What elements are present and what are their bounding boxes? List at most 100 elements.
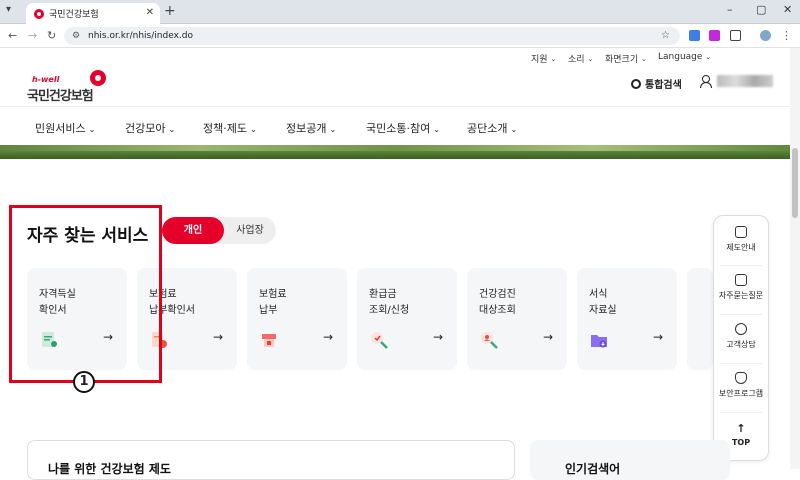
chevron-down-icon: ⌄	[510, 125, 518, 134]
divider	[720, 363, 762, 364]
site-info-icon[interactable]: ⚙	[72, 27, 80, 45]
user-account[interactable]	[700, 75, 773, 88]
highlight-box	[9, 205, 162, 383]
chevron-down-icon: ⌄	[249, 125, 257, 134]
shield-icon	[735, 372, 747, 384]
bookmark-star-icon[interactable]: ☆	[661, 27, 670, 45]
profile-avatar[interactable]	[760, 30, 771, 41]
menu-about[interactable]: 공단소개 ⌄	[467, 120, 517, 136]
close-tab-icon[interactable]: ✕	[146, 7, 154, 18]
url-text: nhis.or.kr/nhis/index.do	[88, 31, 193, 41]
divider	[720, 265, 762, 266]
popular-search-panel	[530, 440, 730, 480]
util-screen-size-label: 화면크기	[605, 55, 639, 65]
maximize-button[interactable]: ▢	[756, 3, 766, 16]
chevron-down-icon: ⌄	[168, 125, 176, 134]
chat-bubble-icon	[735, 323, 747, 335]
service-card-forms[interactable]: 서식 자료실 →	[577, 268, 677, 370]
tab-personal[interactable]: 개인	[162, 217, 224, 244]
scrollbar-thumb[interactable]	[792, 148, 798, 218]
forward-arrow-icon[interactable]: →	[28, 29, 37, 42]
info-doc-icon	[735, 226, 747, 238]
extension-icon[interactable]	[689, 30, 700, 41]
quick-menu: 제도안내 자주묻는질문 고객상담 보안프로그램 ↑ TOP	[713, 215, 769, 461]
tab-business[interactable]: 사업장	[226, 217, 274, 244]
menu-health-moa[interactable]: 건강모아 ⌄	[125, 120, 175, 136]
menu-label: 공단소개	[467, 122, 508, 135]
logo-hwell[interactable]: h-well	[32, 75, 59, 84]
minimize-button[interactable]: –	[727, 3, 733, 16]
browser-tab-bar: ▾ 국민건강보험 ✕ + – ▢ ✕	[0, 0, 800, 24]
folder-download-icon	[591, 335, 607, 348]
page-scrollbar[interactable]	[790, 48, 800, 469]
search-icon	[631, 78, 641, 89]
arrow-right-icon: →	[542, 330, 553, 344]
browser-menu-icon[interactable]: ⋮	[781, 29, 792, 42]
integrated-search-button[interactable]: 통합검색	[631, 76, 682, 91]
menu-civil-service[interactable]: 민원서비스 ⌄	[35, 120, 95, 136]
arrow-right-icon: →	[322, 330, 333, 344]
service-card-payment[interactable]: 보험료 납부 →	[247, 268, 347, 370]
util-sound[interactable]: 소리 ⌄	[568, 52, 593, 66]
chevron-down-icon: ⌄	[329, 125, 337, 134]
user-icon	[700, 75, 712, 88]
step-number-badge: 1	[73, 371, 95, 393]
extensions-puzzle-icon[interactable]	[730, 30, 741, 41]
util-language[interactable]: Language ⌄	[658, 52, 711, 62]
arrow-up-icon: ↑	[736, 422, 746, 435]
card-label: 건강검진 대상조회	[479, 289, 516, 316]
util-support[interactable]: 지원 ⌄	[531, 52, 556, 66]
search-label: 통합검색	[645, 80, 682, 91]
quick-label: 보안프로그램	[718, 389, 764, 398]
close-window-button[interactable]: ✕	[783, 3, 792, 16]
back-arrow-icon[interactable]: ←	[8, 29, 17, 42]
refund-search-icon	[371, 332, 388, 349]
tab-title: 국민건강보험	[49, 10, 99, 20]
service-type-toggle: 개인 사업장	[162, 217, 276, 244]
quick-faq[interactable]: 자주묻는질문	[714, 274, 768, 301]
service-card-partial[interactable]	[687, 268, 713, 370]
quick-system-guide[interactable]: 제도안내	[714, 226, 768, 253]
menu-policy[interactable]: 정책·제도 ⌄	[203, 120, 257, 136]
card-label: 서식 자료실	[589, 289, 617, 316]
quick-label: TOP	[731, 438, 751, 447]
menu-label: 민원서비스	[35, 122, 86, 135]
divider	[720, 314, 762, 315]
chevron-down-icon: ⌄	[88, 125, 96, 134]
card-label: 환급금 조회/신청	[369, 289, 410, 316]
service-card-checkup[interactable]: 건강검진 대상조회 →	[467, 268, 567, 370]
logo-text[interactable]: 국민건강보험	[27, 85, 94, 104]
service-card-refund[interactable]: 환급금 조회/신청 →	[357, 268, 457, 370]
menu-label: 정책·제도	[203, 122, 247, 135]
checkup-search-icon	[481, 332, 498, 349]
browser-tab[interactable]: 국민건강보험 ✕	[26, 3, 160, 24]
address-bar-row: ← → ↻ ⚙ nhis.or.kr/nhis/index.do ☆	[0, 24, 800, 48]
tab-list-icon[interactable]: ▾	[6, 4, 11, 15]
folder-search-icon	[735, 274, 747, 286]
divider	[720, 412, 762, 413]
extension-download-icon[interactable]	[709, 30, 720, 41]
util-support-label: 지원	[531, 55, 548, 65]
logo-heart-icon[interactable]	[90, 70, 106, 86]
reload-icon[interactable]: ↻	[47, 29, 56, 42]
util-language-label: Language	[658, 52, 703, 62]
payment-icon	[262, 334, 276, 347]
menu-label: 국민소통·참여	[366, 122, 431, 135]
util-sound-label: 소리	[568, 55, 585, 65]
quick-label: 자주묻는질문	[718, 291, 764, 300]
blurred-username	[717, 75, 773, 87]
new-tab-button[interactable]: +	[164, 3, 176, 19]
site-favicon-icon	[34, 8, 44, 19]
card-label: 보험료 납부	[259, 289, 287, 316]
url-field[interactable]: ⚙ nhis.or.kr/nhis/index.do ☆	[64, 27, 680, 45]
menu-info-disclosure[interactable]: 정보공개 ⌄	[286, 120, 336, 136]
arrow-right-icon: →	[652, 330, 663, 344]
chevron-down-icon: ⌄	[433, 125, 440, 134]
menu-communication[interactable]: 국민소통·참여 ⌄	[366, 120, 440, 136]
quick-consultation[interactable]: 고객상담	[714, 323, 768, 350]
hero-banner-image	[0, 145, 790, 159]
quick-security-program[interactable]: 보안프로그램	[714, 372, 768, 399]
arrow-right-icon: →	[212, 330, 223, 344]
util-screen-size[interactable]: 화면크기 ⌄	[605, 52, 647, 66]
menu-label: 정보공개	[286, 122, 327, 135]
